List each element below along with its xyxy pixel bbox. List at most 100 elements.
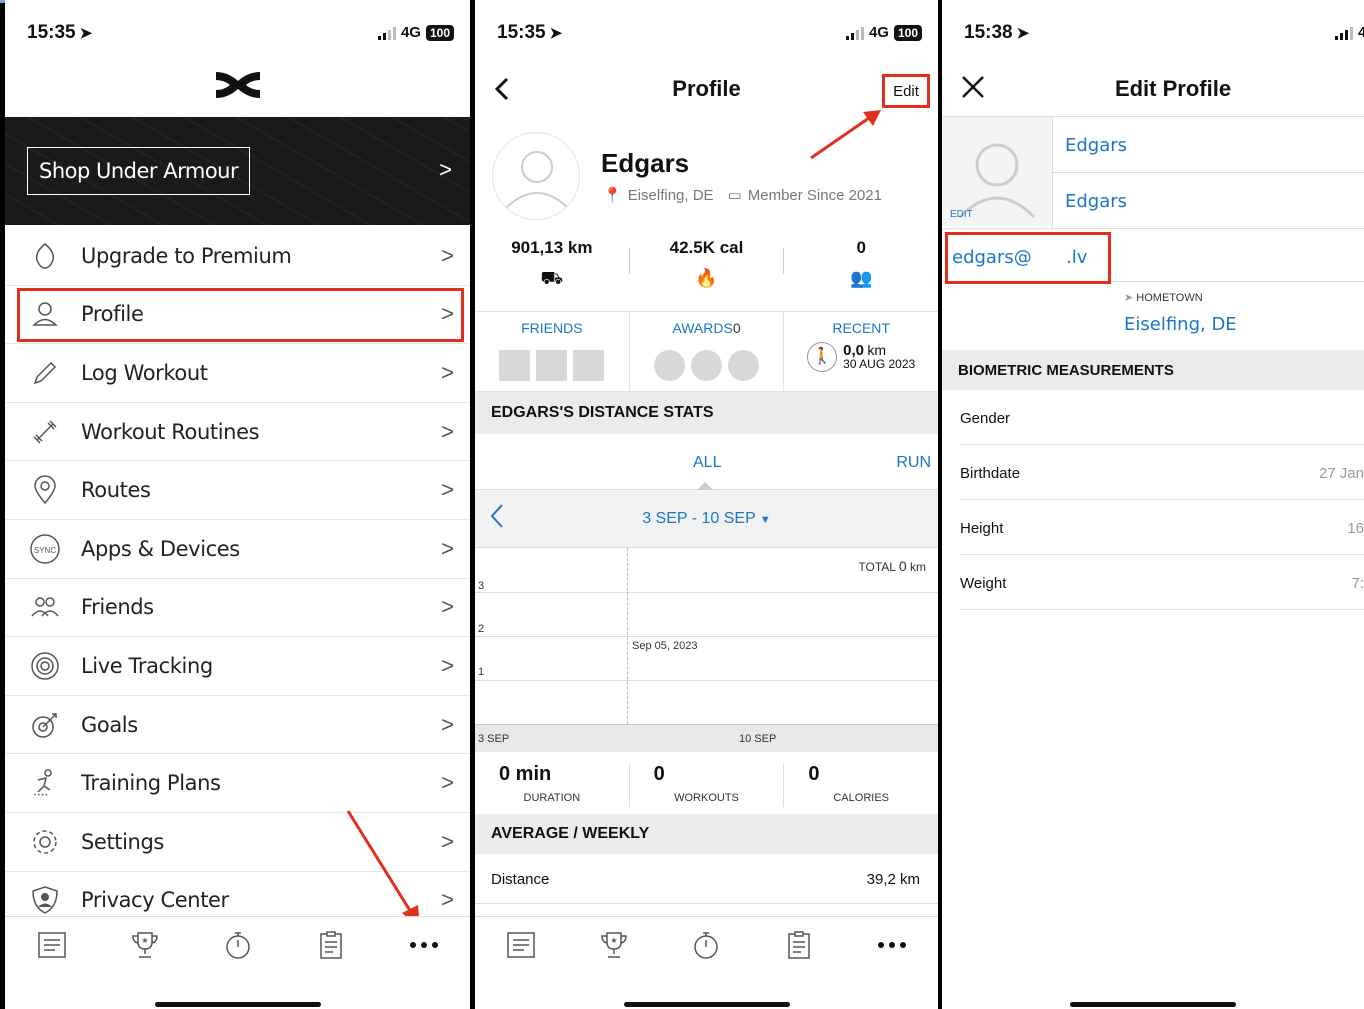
biometric-row-gender[interactable]: Gender — [960, 390, 1364, 445]
more-icon[interactable] — [872, 925, 912, 965]
chevron-right-icon: > — [441, 711, 454, 737]
svg-text:★: ★ — [610, 936, 617, 945]
profile-tiles: FRIENDS AWARDS0 RECENT 🚶 0,0 km 30 AUG 2… — [475, 312, 938, 392]
menu-item-label: Training Plans — [81, 771, 221, 796]
clipboard-icon[interactable] — [311, 925, 351, 965]
hometown-field[interactable]: Eiselfing, DE — [1124, 314, 1237, 335]
chevron-right-icon: > — [441, 770, 454, 796]
menu-item-upgrade-to-premium[interactable]: Upgrade to Premium > — [5, 227, 470, 286]
status-time: 15:38 — [964, 22, 1013, 43]
home-indicator — [1070, 1002, 1236, 1007]
signal-icon — [1334, 26, 1353, 40]
pencil-icon — [23, 359, 67, 387]
network-label: 4G — [868, 24, 889, 41]
avatar[interactable] — [492, 132, 580, 220]
network-label: 4G — [400, 24, 421, 41]
week-range-dropdown[interactable]: 3 SEP - 10 SEP ▼ — [475, 510, 938, 528]
status-time: 15:35 — [497, 22, 546, 43]
menu-item-label: Goals — [81, 712, 138, 737]
menu-item-label: Apps & Devices — [81, 536, 240, 561]
average-weekly-header: AVERAGE / WEEKLY — [475, 814, 938, 854]
chevron-right-icon: > — [441, 887, 454, 913]
total-distance: TOTAL 0 km — [858, 558, 926, 574]
sync-icon: SYNC — [23, 533, 67, 565]
menu-item-friends[interactable]: Friends > — [5, 579, 470, 638]
shop-under-armour-button[interactable]: Shop Under Armour — [27, 147, 251, 195]
friends-icon — [23, 594, 67, 620]
summary-duration: 0 min DURATION — [475, 763, 630, 807]
profile-highlight — [17, 288, 464, 342]
summary-stats: 0 min DURATION 0 WORKOUTS 0 CALORIES — [475, 753, 938, 813]
edit-button[interactable]: Edit — [882, 74, 930, 108]
menu-item-log-workout[interactable]: Log Workout > — [5, 344, 470, 403]
stopwatch-icon[interactable] — [218, 925, 258, 965]
menu-item-label: Live Tracking — [81, 653, 213, 678]
menu-item-apps-devices[interactable]: SYNC Apps & Devices > — [5, 520, 470, 579]
avatar-edit[interactable]: EDIT — [942, 116, 1052, 226]
location-arrow-icon: ➤ — [549, 25, 563, 42]
summary-workouts: 0 WORKOUTS — [630, 763, 785, 807]
biometric-row-weight[interactable]: Weight 7: — [960, 555, 1364, 610]
profile-stats: 901,13 km ⛟ 42.5K cal 🔥 0 👥 — [475, 234, 938, 312]
stat-distance: 901,13 km ⛟ — [475, 234, 629, 311]
profile-location: Eiselfing, DE — [627, 186, 714, 204]
svg-text:• • • •: • • • • — [34, 793, 47, 798]
trophy-icon[interactable]: ★ — [594, 925, 634, 965]
menu-item-workout-routines[interactable]: Workout Routines > — [5, 403, 470, 462]
stat-calories: 42.5K cal 🔥 — [630, 234, 784, 311]
biometric-row-height[interactable]: Height 16 — [960, 500, 1364, 555]
edit-profile-screen: 15:38➤ 4G Edit Profile EDIT Edgars Edgar… — [942, 0, 1364, 1009]
location-arrow-icon: ➤ — [1124, 292, 1134, 304]
friends-tile[interactable]: FRIENDS — [475, 312, 630, 391]
page-title: Edit Profile — [1114, 76, 1232, 101]
page-title: Profile — [672, 76, 741, 101]
chevron-right-icon: > — [441, 828, 454, 854]
y-tick: 2 — [478, 623, 485, 635]
red-arrow-edit — [810, 110, 881, 160]
status-time: 15:35 — [27, 22, 76, 43]
bottom-nav: ★ — [5, 916, 470, 972]
x-start: 3 SEP — [478, 733, 510, 745]
profile-name: Edgars — [601, 148, 690, 178]
more-icon[interactable] — [404, 925, 444, 965]
clipboard-icon[interactable] — [779, 925, 819, 965]
menu-item-label: Upgrade to Premium — [81, 243, 292, 268]
tab-indicator — [697, 482, 713, 490]
recent-tile[interactable]: RECENT 🚶 0,0 km 30 AUG 2023 — [784, 312, 938, 391]
status-bar: 15:38➤ 4G — [942, 22, 1364, 46]
last-name-field[interactable]: Edgars — [1052, 172, 1364, 228]
tab-all[interactable]: ALL — [693, 454, 721, 472]
chevron-right-icon: > — [439, 157, 452, 182]
chevron-right-icon: > — [441, 242, 454, 268]
chevron-right-icon: > — [441, 477, 454, 503]
trophy-icon[interactable]: ★ — [125, 925, 165, 965]
runner-icon: • • • • — [23, 768, 67, 798]
status-bar: 15:35 ➤ 4G 100 — [475, 22, 938, 46]
tab-run[interactable]: RUN — [896, 454, 931, 472]
shop-banner[interactable]: Shop Under Armour > — [5, 117, 470, 225]
chevron-right-icon: > — [441, 359, 454, 385]
x-end: 10 SEP — [739, 733, 777, 745]
awards-tile[interactable]: AWARDS0 — [630, 312, 785, 391]
menu-item-label: Settings — [81, 829, 164, 854]
menu-item-label: Workout Routines — [81, 419, 260, 444]
x-axis: 3 SEP 10 SEP — [475, 724, 938, 752]
live-tracking-icon — [23, 651, 67, 681]
biometric-row-birthdate[interactable]: Birthdate 27 Jan — [960, 445, 1364, 500]
road-icon: ⛟ — [540, 268, 564, 288]
menu-item-routes[interactable]: Routes > — [5, 461, 470, 520]
first-name-field[interactable]: Edgars — [1052, 116, 1364, 172]
menu-item-goals[interactable]: Goals > — [5, 696, 470, 755]
email-highlight — [945, 232, 1111, 284]
menu-item-live-tracking[interactable]: Live Tracking > — [5, 637, 470, 696]
menu-screen: 15:35 ➤ 4G 100 Shop Under Armour > Upgrad… — [5, 0, 470, 1009]
activity-tabs: ALL RUN — [475, 434, 938, 490]
people-icon: 👥 — [849, 268, 873, 288]
network-label: 4G — [1357, 24, 1364, 41]
feed-icon[interactable] — [32, 925, 72, 965]
status-bar: 15:35 ➤ 4G 100 — [5, 22, 470, 46]
stopwatch-icon[interactable] — [686, 925, 726, 965]
feed-icon[interactable] — [501, 925, 541, 965]
edit-photo-label: EDIT — [950, 209, 973, 220]
signal-icon — [845, 26, 864, 40]
